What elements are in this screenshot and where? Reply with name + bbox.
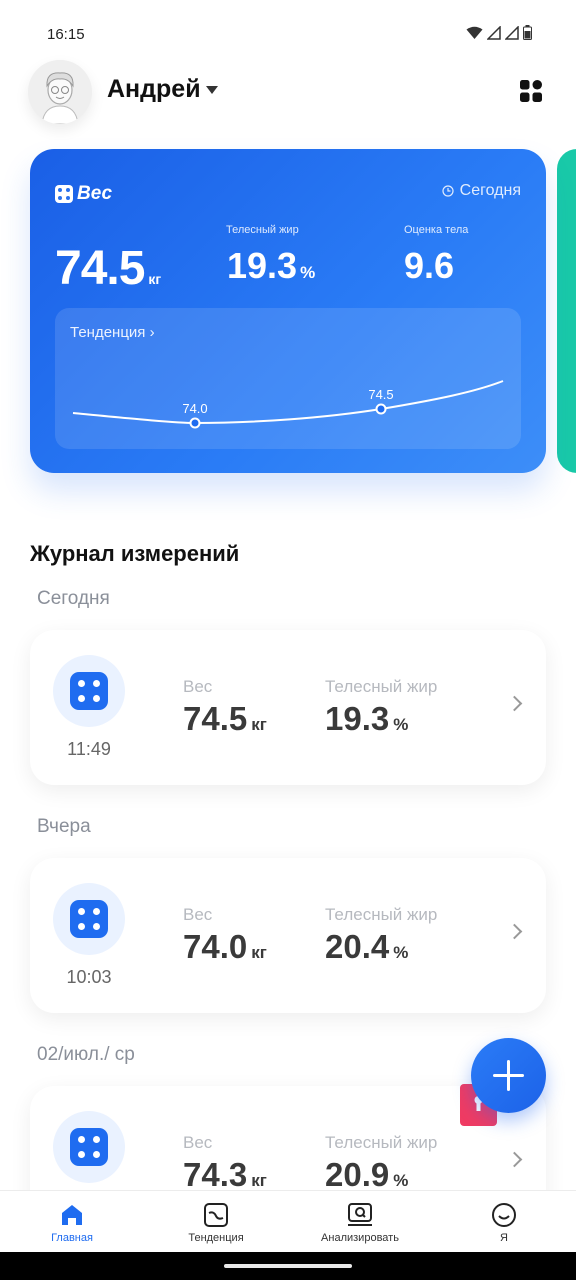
record-weight-number: 74.5	[183, 700, 248, 737]
record-weight-value: 74.3 кг	[183, 1156, 267, 1194]
profile-icon	[492, 1203, 516, 1227]
system-gesture-bar	[0, 1252, 576, 1280]
scale-icon	[70, 900, 108, 938]
body-fat-label: Телесный жир	[226, 224, 299, 236]
home-icon	[62, 1205, 82, 1225]
measurement-record[interactable]: 10:03 Вес 74.0 кг Телесный жир 20.4%	[30, 858, 546, 1013]
body-score-value: 9.6	[404, 245, 454, 287]
record-weight-label: Вес	[183, 1133, 213, 1152]
card-date: Сегодня	[442, 182, 521, 200]
record-weight-unit: кг	[251, 715, 267, 734]
user-switch-caret-icon[interactable]	[206, 86, 218, 94]
trend-panel[interactable]: Тенденция › 74.0 74.5	[55, 308, 521, 449]
weight-value: 74.5 кг	[55, 241, 161, 296]
day-label-date: 02/июл./ ср	[37, 1044, 135, 1065]
record-fat-number: 19.3	[325, 700, 390, 737]
clock-icon	[442, 185, 454, 197]
avatar-illustration-icon	[28, 60, 92, 124]
nav-item-home[interactable]: Главная	[0, 1191, 144, 1253]
record-weight-number: 74.0	[183, 928, 248, 965]
journal-title: Журнал измерений	[30, 541, 240, 566]
user-name[interactable]: Андрей	[107, 75, 201, 104]
measurement-record[interactable]: 11:49 Вес 74.5 кг Телесный жир 19.3%	[30, 630, 546, 785]
body-fat-value: 19.3%	[227, 245, 315, 287]
devices-grid-icon[interactable]	[520, 80, 542, 102]
weight-unit: кг	[148, 271, 162, 287]
bottom-navigation: Главная Тенденция Анализировать Я	[0, 1190, 576, 1252]
trend-point-label: 74.0	[182, 401, 207, 416]
nav-label: Анализировать	[321, 1232, 399, 1244]
trend-line	[72, 380, 504, 425]
scale-icon	[70, 1128, 108, 1166]
weight-number: 74.5	[55, 242, 145, 295]
record-fat-number: 20.4	[325, 928, 390, 965]
analyze-icon	[348, 1203, 372, 1226]
scale-icon-wrap	[53, 883, 125, 955]
record-fat-label: Телесный жир	[325, 1133, 438, 1152]
record-weight-unit: кг	[251, 1171, 267, 1190]
record-time: 10:03	[66, 967, 112, 987]
chevron-right-icon[interactable]	[506, 695, 523, 712]
chevron-right-icon[interactable]	[506, 1151, 523, 1168]
status-time: 16:15	[47, 26, 85, 43]
card-title: Вес	[77, 183, 113, 204]
cellular-signal-2-icon	[505, 25, 519, 40]
record-fat-unit: %	[393, 943, 409, 962]
home-gesture-handle[interactable]	[224, 1264, 352, 1268]
record-fat-value: 19.3%	[325, 700, 408, 738]
status-bar: 16:15	[0, 0, 576, 70]
add-measurement-button[interactable]	[471, 1038, 546, 1113]
day-label-yesterday: Вчера	[37, 816, 91, 837]
record-fat-value: 20.9%	[325, 1156, 408, 1194]
record-time: 11:49	[67, 739, 111, 759]
nav-item-analyze[interactable]: Анализировать	[288, 1191, 432, 1253]
scale-icon	[70, 672, 108, 710]
scale-icon-wrap	[53, 655, 125, 727]
battery-icon	[523, 25, 532, 40]
record-weight-number: 74.3	[183, 1156, 248, 1193]
record-fat-label: Телесный жир	[325, 905, 438, 924]
trend-point-label: 74.5	[368, 387, 393, 402]
record-fat-label: Телесный жир	[325, 677, 438, 696]
trend-chart: 74.0 74.5	[72, 380, 504, 429]
record-weight-unit: кг	[251, 943, 267, 962]
body-fat-number: 19.3	[227, 245, 298, 286]
card-date-text: Сегодня	[459, 182, 521, 199]
body-fat-unit: %	[300, 263, 316, 282]
cellular-signal-icon	[487, 25, 501, 40]
record-fat-value: 20.4%	[325, 928, 408, 966]
next-metric-card-peek[interactable]	[557, 149, 576, 473]
day-label-today: Сегодня	[37, 588, 110, 609]
avatar[interactable]	[28, 60, 92, 124]
weight-summary-card[interactable]: Вес Сегодня 74.5 кг Телесный жир 19.3% Оц…	[30, 149, 546, 473]
record-weight-label: Вес	[183, 677, 213, 696]
trend-point	[189, 417, 201, 429]
record-fat-unit: %	[393, 715, 409, 734]
record-fat-unit: %	[393, 1171, 409, 1190]
record-weight-value: 74.5 кг	[183, 700, 267, 738]
nav-label: Я	[500, 1232, 508, 1244]
record-weight-label: Вес	[183, 905, 213, 924]
chevron-right-icon[interactable]	[506, 923, 523, 940]
status-icons	[466, 25, 532, 40]
record-fat-number: 20.9	[325, 1156, 390, 1193]
nav-item-trend[interactable]: Тенденция	[144, 1191, 288, 1253]
trend-point	[375, 403, 387, 415]
body-score-label: Оценка тела	[404, 224, 469, 236]
scale-icon-wrap	[53, 1111, 125, 1183]
scale-logo-icon	[55, 185, 73, 203]
nav-item-profile[interactable]: Я	[432, 1191, 576, 1253]
nav-label: Главная	[51, 1232, 93, 1244]
nav-label: Тенденция	[188, 1232, 244, 1244]
body-score-number: 9.6	[404, 245, 455, 286]
trend-icon	[204, 1203, 228, 1227]
wifi-icon	[466, 26, 483, 39]
record-weight-value: 74.0 кг	[183, 928, 267, 966]
